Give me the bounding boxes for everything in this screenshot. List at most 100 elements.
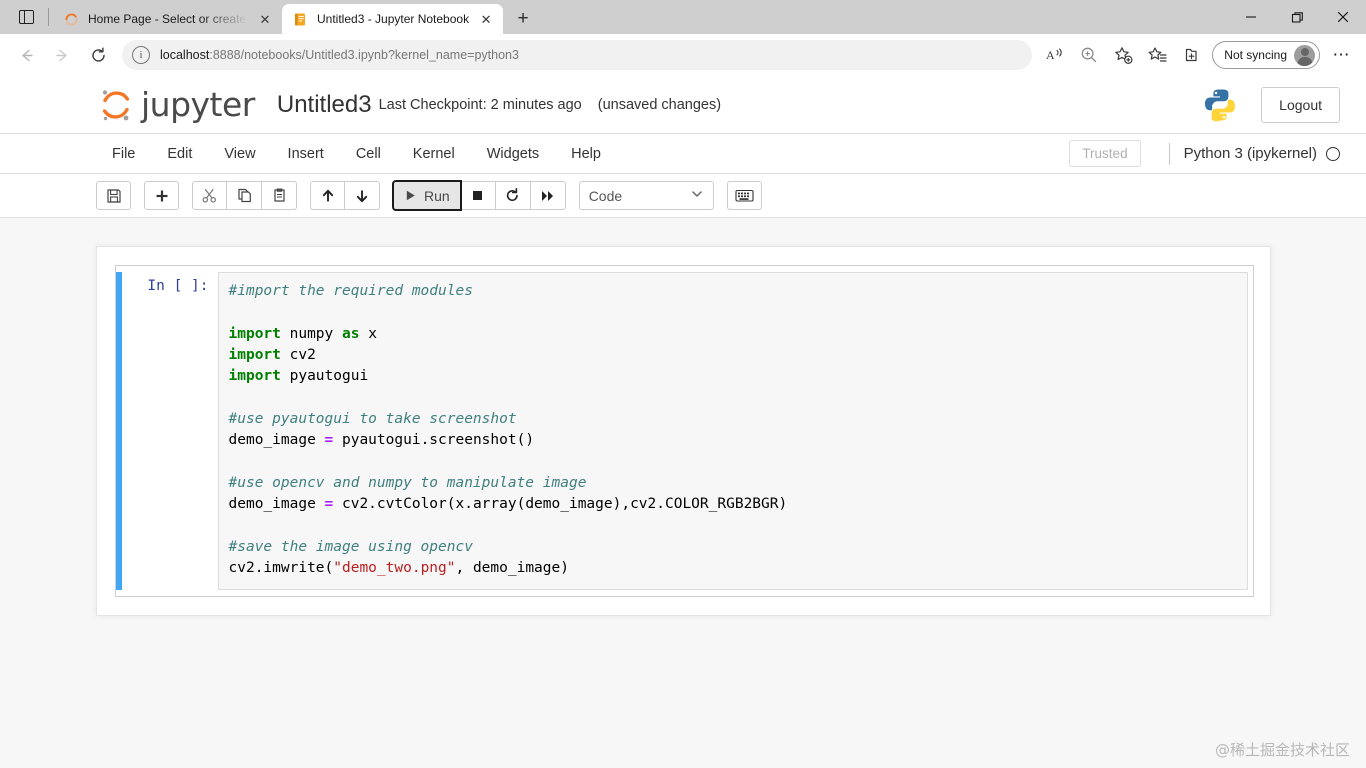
insert-cell-below-icon[interactable] [144, 181, 179, 210]
code-token: #save the image using opencv [229, 539, 473, 555]
forward-icon[interactable] [44, 39, 80, 71]
code-cell[interactable]: In [ ]: #import the required modules imp… [115, 265, 1254, 597]
menubar-right: Trusted Python 3 (ipykernel) [1069, 140, 1340, 167]
page-content: jupyter Untitled3 Last Checkpoint: 2 min… [0, 76, 1366, 768]
address-path: :8888/notebooks/Untitled3.ipynb?kernel_n… [209, 48, 519, 62]
close-icon[interactable]: ✕ [254, 8, 276, 30]
toolbar-group-run: Run [393, 181, 566, 210]
address-host: localhost [160, 48, 209, 62]
python-logo-icon [1201, 86, 1239, 124]
code-line [229, 302, 1237, 323]
browser-navbar: i localhost:8888/notebooks/Untitled3.ipy… [0, 34, 1366, 76]
jupyter-toolbar: Run Cod [0, 174, 1366, 218]
menu-file[interactable]: File [96, 138, 151, 170]
site-info-icon[interactable]: i [132, 46, 150, 64]
code-line: #use pyautogui to take screenshot [229, 409, 1237, 430]
code-token: import [229, 368, 281, 384]
kernel-name-label[interactable]: Python 3 (ipykernel) [1184, 145, 1317, 162]
jupyter-spinner-icon [63, 11, 80, 28]
move-cell-down-icon[interactable] [345, 181, 380, 210]
close-icon[interactable]: ✕ [475, 8, 497, 30]
play-icon [404, 189, 417, 202]
tab-divider [48, 8, 49, 26]
code-line [229, 515, 1237, 536]
last-checkpoint-label: Last Checkpoint: 2 minutes ago [379, 97, 582, 113]
avatar [1294, 45, 1315, 66]
restart-kernel-icon[interactable] [496, 181, 531, 210]
code-line: #use opencv and numpy to manipulate imag… [229, 473, 1237, 494]
menu-help[interactable]: Help [555, 138, 617, 170]
save-icon[interactable] [96, 181, 131, 210]
toolbar-group-save [96, 181, 131, 210]
svg-text:A: A [1046, 48, 1055, 62]
code-token: , demo_image) [455, 560, 569, 576]
favorites-icon[interactable] [1140, 39, 1174, 71]
jupyter-header: jupyter Untitled3 Last Checkpoint: 2 min… [0, 76, 1366, 134]
keyboard-icon[interactable] [727, 181, 762, 210]
menu-cell[interactable]: Cell [340, 138, 397, 170]
code-token: cv2.cvtColor(x.array(demo_image),cv2.COL… [333, 496, 787, 512]
menu-view[interactable]: View [208, 138, 271, 170]
logout-button[interactable]: Logout [1261, 87, 1340, 123]
cell-code-editor[interactable]: #import the required modules import nump… [218, 272, 1248, 590]
minimize-icon[interactable] [1228, 0, 1274, 34]
chevron-down-icon [690, 187, 704, 204]
refresh-icon[interactable] [80, 39, 116, 71]
browser-tab-notebook[interactable]: Untitled3 - Jupyter Notebook ✕ [282, 4, 503, 34]
code-token: import [229, 347, 281, 363]
back-icon[interactable] [8, 39, 44, 71]
address-text: localhost:8888/notebooks/Untitled3.ipynb… [160, 48, 519, 62]
run-button[interactable]: Run [393, 181, 461, 210]
copy-icon[interactable] [227, 181, 262, 210]
trusted-badge: Trusted [1069, 140, 1140, 167]
address-bar[interactable]: i localhost:8888/notebooks/Untitled3.ipy… [122, 40, 1032, 70]
cell-type-value: Code [589, 188, 622, 204]
code-token: pyautogui [281, 368, 368, 384]
toolbar-group-move [310, 181, 380, 210]
menu-edit[interactable]: Edit [151, 138, 208, 170]
move-cell-up-icon[interactable] [310, 181, 345, 210]
restore-icon[interactable] [1274, 0, 1320, 34]
code-token: #import the required modules [229, 283, 473, 299]
profile-button[interactable]: Not syncing [1212, 41, 1320, 69]
cell-type-select[interactable]: Code [579, 181, 714, 210]
code-token: cv2.imwrite( [229, 560, 334, 576]
browser-tab-home[interactable]: Home Page - Select or create a n ✕ [53, 4, 282, 34]
new-tab-button[interactable]: + [507, 4, 539, 34]
jupyter-book-icon [292, 11, 309, 28]
menu-insert[interactable]: Insert [272, 138, 340, 170]
tab-search-icon[interactable] [6, 0, 46, 34]
browser-titlebar: Home Page - Select or create a n ✕ Untit… [0, 0, 1366, 34]
notebook-name[interactable]: Untitled3 [277, 91, 372, 119]
interrupt-kernel-icon[interactable] [461, 181, 496, 210]
code-line [229, 387, 1237, 408]
more-options-icon[interactable]: ⋯ [1324, 39, 1358, 71]
code-token: pyautogui.screenshot() [333, 432, 534, 448]
zoom-icon[interactable] [1072, 39, 1106, 71]
menu-widgets[interactable]: Widgets [471, 138, 555, 170]
navbar-icon-group: A [1038, 39, 1358, 71]
cut-icon[interactable] [192, 181, 227, 210]
watermark: @稀土掘金技术社区 [1215, 739, 1350, 760]
jupyter-menubar: File Edit View Insert Cell Kernel Widget… [0, 134, 1366, 174]
read-aloud-icon[interactable]: A [1038, 39, 1072, 71]
kernel-idle-indicator-icon [1326, 147, 1340, 161]
jupyter-header-right: Logout [1201, 86, 1340, 124]
code-token: demo_image [229, 432, 325, 448]
close-icon[interactable] [1320, 0, 1366, 34]
window-controls [1228, 0, 1366, 34]
restart-and-run-all-icon[interactable] [531, 181, 566, 210]
menu-kernel[interactable]: Kernel [397, 138, 471, 170]
code-line: cv2.imwrite("demo_two.png", demo_image) [229, 558, 1237, 579]
jupyter-logo-icon [96, 85, 136, 125]
code-token: cv2 [281, 347, 316, 363]
jupyter-wordmark: jupyter [141, 88, 255, 121]
jupyter-logo[interactable]: jupyter [96, 85, 255, 125]
paste-icon[interactable] [262, 181, 297, 210]
code-line: import cv2 [229, 345, 1237, 366]
code-token: #use pyautogui to take screenshot [229, 411, 517, 427]
add-favorite-icon[interactable] [1106, 39, 1140, 71]
toolbar-group-clipboard [192, 181, 297, 210]
collections-icon[interactable] [1174, 39, 1208, 71]
toolbar-group-palette [727, 181, 762, 210]
